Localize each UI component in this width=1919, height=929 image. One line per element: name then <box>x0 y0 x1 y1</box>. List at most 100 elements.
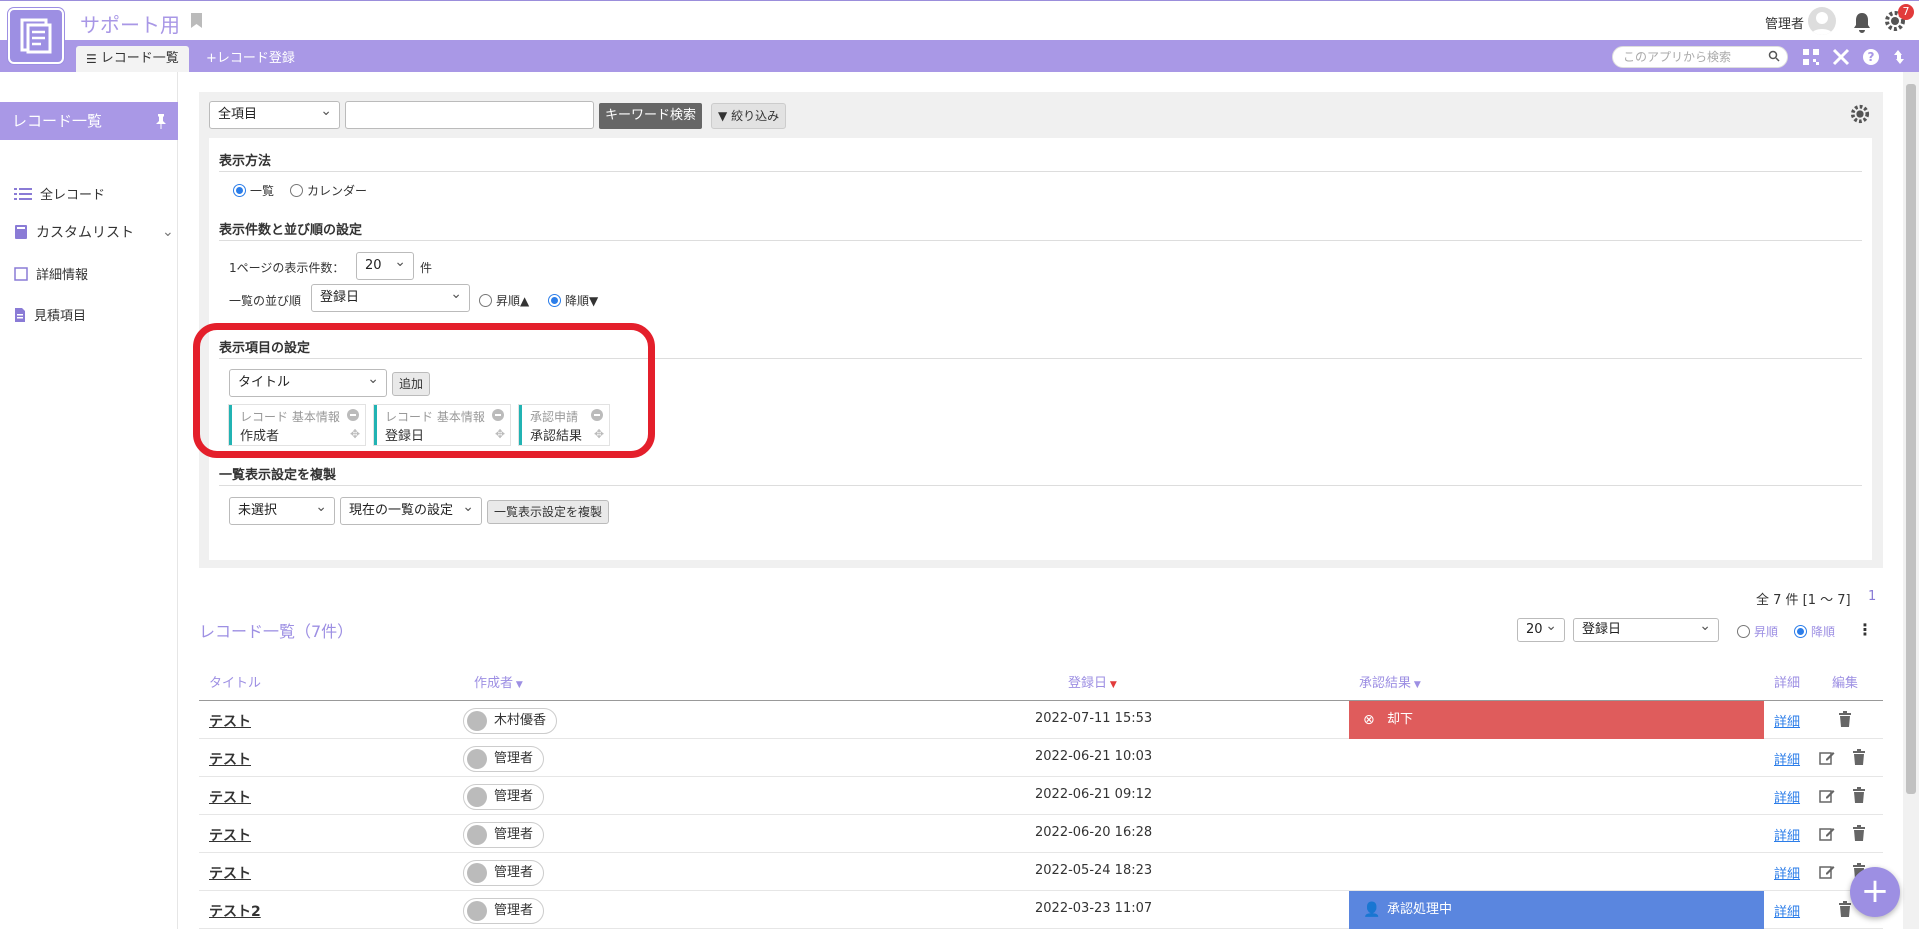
help-icon[interactable]: ? <box>1862 48 1880 66</box>
radio-desc[interactable]: 降順▼ <box>548 292 598 309</box>
sidebar-item-detail-info[interactable]: 詳細情報 <box>14 264 88 283</box>
author-chip[interactable]: 管理者 <box>463 860 545 886</box>
sidebar-item-label: 見積項目 <box>34 309 87 324</box>
tab-record-list[interactable]: ☰ レコード一覧 <box>76 46 189 72</box>
column-title[interactable]: タイトル <box>209 672 261 691</box>
bookmark-icon[interactable] <box>190 12 203 29</box>
keyword-search-button[interactable]: キーワード検索 <box>599 103 703 129</box>
sync-icon[interactable] <box>1890 48 1908 66</box>
table-row: テスト2 管理者 2022-03-23 11:07 👤 承認処理中 詳細 <box>199 891 1883 929</box>
app-title[interactable]: サポート用 <box>80 9 180 38</box>
detail-link[interactable]: 詳細 <box>1774 863 1800 882</box>
record-date: 2022-07-11 15:53 <box>1035 711 1153 726</box>
records-radio-desc[interactable]: 降順 <box>1794 623 1835 640</box>
radio-off-icon <box>290 184 303 197</box>
record-date: 2022-06-20 16:28 <box>1035 825 1153 840</box>
column-author[interactable]: 作成者 ▼ <box>474 672 523 691</box>
edit-icon[interactable] <box>1819 826 1835 842</box>
bell-icon[interactable] <box>1852 11 1872 33</box>
table-row: テスト 管理者 2022-06-20 16:28 詳細 <box>199 815 1883 853</box>
list-icon <box>14 187 32 200</box>
copy-source-select[interactable]: 未選択 <box>229 494 335 525</box>
gear-icon[interactable] <box>1850 104 1870 124</box>
trash-icon[interactable] <box>1852 749 1866 765</box>
column-result[interactable]: 承認結果 ▼ <box>1359 672 1421 691</box>
narrow-button[interactable]: ▼ 絞り込み <box>711 103 787 129</box>
pin-icon[interactable] <box>154 113 168 129</box>
radio-list[interactable]: 一覧 <box>233 182 274 199</box>
record-title-link[interactable]: テスト <box>209 863 251 883</box>
tools-icon[interactable] <box>1832 48 1850 66</box>
add-record-fab-button[interactable]: + <box>1850 867 1900 917</box>
record-title-link[interactable]: テスト <box>209 711 251 731</box>
trash-icon[interactable] <box>1852 787 1866 803</box>
records-radio-asc[interactable]: 昇順 <box>1737 623 1778 640</box>
search-input[interactable]: このアプリから検索 <box>1612 46 1788 68</box>
record-title-link[interactable]: テスト <box>209 787 251 807</box>
detail-link[interactable]: 詳細 <box>1774 787 1800 806</box>
chevron-down-icon[interactable]: ⌄ <box>162 224 174 240</box>
author-chip[interactable]: 管理者 <box>463 898 545 924</box>
status-text: 却下 <box>1387 712 1414 727</box>
per-page-select[interactable]: 20 <box>356 249 414 280</box>
edit-icon[interactable] <box>1819 788 1835 804</box>
record-date: 2022-06-21 09:12 <box>1035 787 1153 802</box>
author-chip[interactable]: 管理者 <box>463 784 545 810</box>
column-date[interactable]: 登録日 ▼ <box>1068 672 1117 691</box>
record-title-link[interactable]: テスト <box>209 749 251 769</box>
square-icon <box>14 266 28 281</box>
sidebar-item-all-records[interactable]: 全レコード <box>14 184 105 203</box>
author-chip[interactable]: 木村優香 <box>463 708 558 734</box>
sidebar-item-label: カスタムリスト <box>36 225 134 241</box>
trash-icon[interactable] <box>1838 901 1852 917</box>
app-logo[interactable] <box>8 8 64 64</box>
search-icon[interactable] <box>1768 50 1780 62</box>
more-options-icon[interactable]: ⋮ <box>1857 620 1873 639</box>
sidebar-title: レコード一覧 <box>12 112 103 130</box>
sidebar: レコード一覧 全レコード カスタムリスト ⌄ 詳細情報 見積項目 <box>0 72 178 929</box>
reject-icon: ⊗ <box>1363 712 1375 728</box>
edit-icon[interactable] <box>1819 750 1835 766</box>
field-select[interactable]: 全項目 <box>209 98 340 129</box>
record-title-link[interactable]: テスト <box>209 825 251 845</box>
radio-on-icon <box>233 184 246 197</box>
status-badge: ⊗ 却下 <box>1349 701 1764 739</box>
author-chip[interactable]: 管理者 <box>463 822 545 848</box>
table-row: テスト 管理者 2022-05-24 18:23 詳細 <box>199 853 1883 891</box>
author-name: 管理者 <box>494 789 534 804</box>
detail-link[interactable]: 詳細 <box>1774 825 1800 844</box>
records-per-page-select[interactable]: 20 <box>1517 615 1565 642</box>
author-chip[interactable]: 管理者 <box>463 746 545 772</box>
copy-target-select[interactable]: 現在の一覧の設定 <box>340 494 482 525</box>
radio-off-icon <box>479 294 492 307</box>
radio-on-icon <box>548 294 561 307</box>
detail-link[interactable]: 詳細 <box>1774 711 1800 730</box>
keyword-input[interactable] <box>345 101 594 129</box>
trash-icon[interactable] <box>1838 711 1852 727</box>
detail-link[interactable]: 詳細 <box>1774 749 1800 768</box>
page-link[interactable]: 1 <box>1868 589 1876 604</box>
divider <box>219 171 1862 172</box>
user-check-icon: 👤 <box>1363 902 1381 918</box>
record-summary: 全 7 件 [1 ～ 7] <box>1756 593 1851 608</box>
record-title-link[interactable]: テスト2 <box>209 901 261 921</box>
tab-record-register[interactable]: +レコード登録 <box>206 46 295 72</box>
avatar[interactable] <box>1808 7 1836 35</box>
detail-link[interactable]: 詳細 <box>1774 901 1800 920</box>
radio-asc[interactable]: 昇順▲ <box>479 292 529 309</box>
order-field-select[interactable]: 登録日 <box>311 281 470 312</box>
user-name[interactable]: 管理者 <box>1765 13 1804 32</box>
trash-icon[interactable] <box>1852 825 1866 841</box>
sidebar-item-estimate[interactable]: 見積項目 <box>14 305 86 324</box>
radio-calendar[interactable]: カレンダー <box>290 182 367 199</box>
copy-settings-button[interactable]: 一覧表示設定を複製 <box>487 500 610 524</box>
column-detail: 詳細 <box>1774 676 1801 691</box>
author-name: 管理者 <box>494 827 534 842</box>
column-edit: 編集 <box>1832 676 1859 691</box>
edit-icon[interactable] <box>1819 864 1835 880</box>
author-name: 管理者 <box>494 751 534 766</box>
scrollbar-thumb[interactable] <box>1906 84 1916 794</box>
records-sort-select[interactable]: 登録日 <box>1573 615 1719 642</box>
qr-icon[interactable] <box>1802 48 1820 66</box>
sidebar-item-custom-list[interactable]: カスタムリスト ⌄ <box>14 222 174 242</box>
